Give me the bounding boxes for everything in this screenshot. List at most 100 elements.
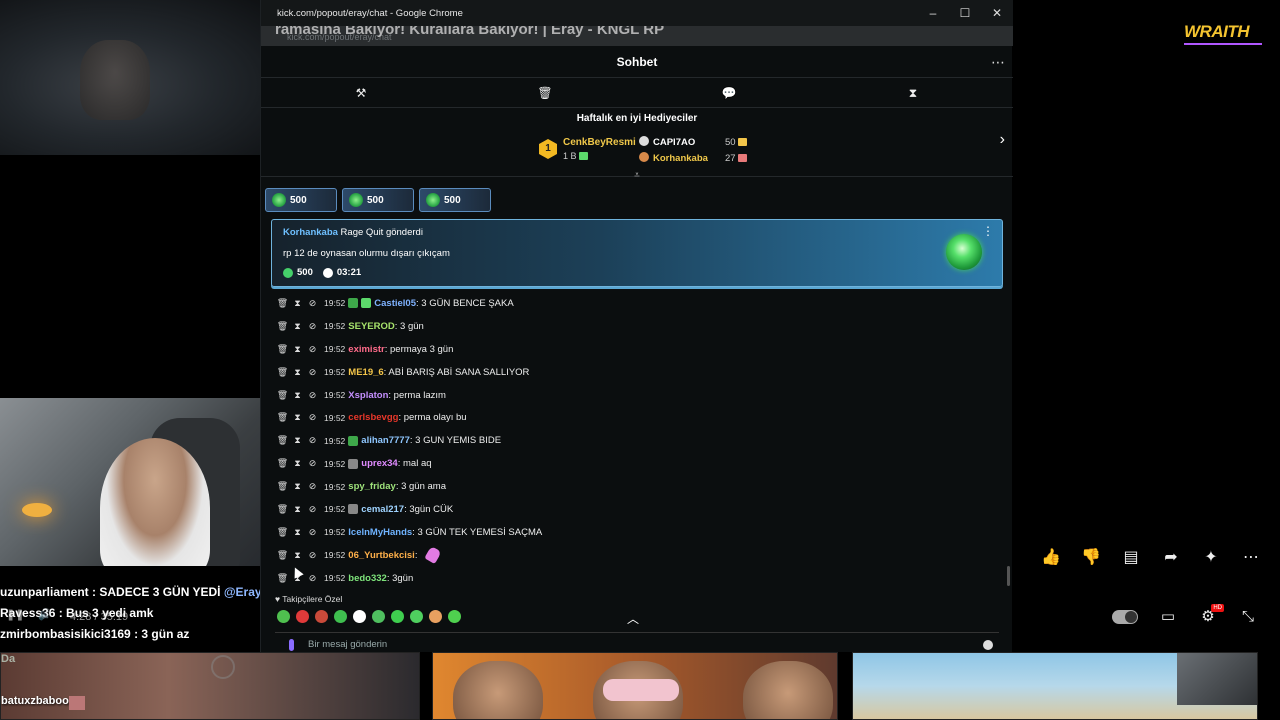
emote-icon[interactable]: [372, 610, 385, 623]
hourglass-icon[interactable]: ⧗: [905, 85, 921, 101]
more-icon[interactable]: ⋯: [1240, 548, 1262, 568]
emote-icon[interactable]: [334, 610, 347, 623]
message-username[interactable]: cerlsbevgg: [348, 412, 398, 423]
ban-icon[interactable]: ⊘: [305, 504, 320, 515]
delete-icon[interactable]: 🗑: [275, 412, 290, 423]
delete-icon[interactable]: 🗑: [275, 435, 290, 446]
emote-icon[interactable]: [410, 610, 423, 623]
delete-icon[interactable]: 🗑: [275, 458, 290, 469]
message-username[interactable]: ME19_6: [348, 367, 383, 378]
chevron-up-icon[interactable]: ︿: [627, 610, 639, 627]
like-icon[interactable]: 👍: [1040, 548, 1062, 568]
chat-message[interactable]: 🗑 ⧗ ⊘ 19:52 bedo332: 3gün: [275, 567, 995, 590]
kick-chip[interactable]: 500: [342, 188, 414, 212]
chat-message[interactable]: 🗑 ⧗ ⊘ 19:52 IcelnMyHands: 3 GÜN TEK YEMESİ S…: [275, 521, 995, 544]
emote-icon[interactable]: [277, 610, 290, 623]
maximize-button[interactable]: ☐: [949, 0, 981, 26]
delete-icon[interactable]: 🗑: [275, 481, 290, 492]
minimize-player-icon[interactable]: ⤡: [1238, 608, 1258, 626]
message-username[interactable]: Xsplaton: [348, 390, 388, 401]
message-input[interactable]: Bir mesaj gönderin: [275, 632, 999, 652]
autoplay-toggle[interactable]: [1112, 610, 1138, 624]
chat-message[interactable]: 🗑 ⧗ ⊘ 19:52 spy_friday: 3 gün ama: [275, 475, 995, 498]
captions-icon[interactable]: ▭: [1158, 608, 1178, 626]
delete-icon[interactable]: 🗑: [275, 573, 290, 584]
message-username[interactable]: Castiel05: [374, 298, 416, 309]
message-username[interactable]: 06_Yurtbekcisi: [348, 550, 415, 561]
top-gifter-2[interactable]: CAPI7AO 50: [639, 136, 747, 148]
scrollbar[interactable]: [1007, 566, 1010, 586]
pinned-gift-message[interactable]: Korhankaba Rage Quit gönderdi rp 12 de o…: [271, 219, 1003, 287]
recommended-video-3[interactable]: [852, 652, 1258, 720]
delete-icon[interactable]: 🗑: [275, 321, 290, 332]
chat-message[interactable]: 🗑 ⧗ ⊘ 19:52 alihan7777: 3 GUN YEMIS BIDE: [275, 429, 995, 452]
timeout-icon[interactable]: ⧗: [290, 390, 305, 401]
pinned-menu-icon[interactable]: ⋮: [982, 224, 994, 238]
trash-icon[interactable]: 🗑: [537, 85, 553, 101]
chat-message[interactable]: 🗑 ⧗ ⊘ 19:52 ME19_6: ABİ BARIŞ ABİ SANA SALLI…: [275, 361, 995, 384]
collapse-icon[interactable]: ⩡: [630, 170, 644, 181]
chat-message[interactable]: 🗑 ⧗ ⊘ 19:52 Castiel05: 3 GÜN BENCE ŞAKA: [275, 292, 995, 315]
emote-icon[interactable]: [315, 610, 328, 623]
ban-icon[interactable]: ⊘: [305, 458, 320, 469]
message-username[interactable]: bedo332: [348, 573, 387, 584]
timeout-icon[interactable]: ⧗: [290, 527, 305, 538]
emoji-icon[interactable]: [983, 640, 993, 650]
settings-icon[interactable]: ⚙ HD: [1198, 604, 1224, 626]
dislike-icon[interactable]: 👎: [1080, 548, 1102, 568]
timeout-icon[interactable]: ⧗: [290, 412, 305, 423]
hammer-icon[interactable]: ⚒: [353, 85, 369, 101]
delete-icon[interactable]: 🗑: [275, 550, 290, 561]
timeout-icon[interactable]: ⧗: [290, 435, 305, 446]
ban-icon[interactable]: ⊘: [305, 390, 320, 401]
ban-icon[interactable]: ⊘: [305, 298, 320, 309]
timeout-icon[interactable]: ⧗: [290, 481, 305, 492]
emote-icon[interactable]: [391, 610, 404, 623]
emote-icon[interactable]: [429, 610, 442, 623]
ban-icon[interactable]: ⊘: [305, 573, 320, 584]
chat-message[interactable]: 🗑 ⧗ ⊘ 19:52 eximistr: permaya 3 gün: [275, 338, 995, 361]
ban-icon[interactable]: ⊘: [305, 367, 320, 378]
kick-chip[interactable]: 500: [419, 188, 491, 212]
delete-icon[interactable]: 🗑: [275, 390, 290, 401]
chat-message[interactable]: 🗑 ⧗ ⊘ 19:52 Xsplaton: perma lazım: [275, 384, 995, 407]
mic-icon[interactable]: [289, 639, 294, 651]
timeout-icon[interactable]: ⧗: [290, 504, 305, 515]
timeout-icon[interactable]: ⧗: [290, 458, 305, 469]
comment-icon[interactable]: ▤: [1120, 548, 1142, 568]
delete-icon[interactable]: 🗑: [275, 344, 290, 355]
timeout-icon[interactable]: ⧗: [290, 367, 305, 378]
chat-message[interactable]: 🗑 ⧗ ⊘ 19:52 06_Yurtbekcisi:: [275, 544, 995, 567]
timeout-icon[interactable]: ⧗: [290, 550, 305, 561]
sparkle-icon[interactable]: ✦: [1200, 548, 1222, 568]
message-icon[interactable]: 💬: [721, 85, 737, 101]
chat-message[interactable]: 🗑 ⧗ ⊘ 19:52 cerlsbevgg: perma olayı bu: [275, 406, 995, 429]
chat-message[interactable]: 🗑 ⧗ ⊘ 19:52 SEYEROD: 3 gün: [275, 315, 995, 338]
recommended-video-1[interactable]: Da batuxzbaboo: [0, 652, 420, 720]
message-username[interactable]: eximistr: [348, 344, 384, 355]
delete-icon[interactable]: 🗑: [275, 527, 290, 538]
emote-icon[interactable]: [296, 610, 309, 623]
ban-icon[interactable]: ⊘: [305, 435, 320, 446]
chat-message[interactable]: 🗑 ⧗ ⊘ 19:52 cemal217: 3gün CÜK: [275, 498, 995, 521]
pause-icon[interactable]: ❚❚: [6, 608, 24, 626]
address-bar[interactable]: kick.com/popout/eray/chat ramasına Bakıy…: [261, 26, 1013, 46]
chevron-right-icon[interactable]: ›: [1000, 131, 1005, 149]
ban-icon[interactable]: ⊘: [305, 321, 320, 332]
kick-chip[interactable]: 500: [265, 188, 337, 212]
emote-icon[interactable]: [448, 610, 461, 623]
chat-more-icon[interactable]: ⋯: [991, 54, 1005, 71]
ban-icon[interactable]: ⊘: [305, 344, 320, 355]
message-username[interactable]: uprex34: [361, 458, 397, 469]
delete-icon[interactable]: 🗑: [275, 504, 290, 515]
ban-icon[interactable]: ⊘: [305, 550, 320, 561]
chat-message[interactable]: 🗑 ⧗ ⊘ 19:52 uprex34: mal aq: [275, 452, 995, 475]
minimize-button[interactable]: –: [917, 0, 949, 26]
message-username[interactable]: cemal217: [361, 504, 404, 515]
ban-icon[interactable]: ⊘: [305, 481, 320, 492]
pinned-user[interactable]: Korhankaba: [283, 227, 338, 238]
timeout-icon[interactable]: ⧗: [290, 298, 305, 309]
timeout-icon[interactable]: ⧗: [290, 344, 305, 355]
recommended-video-2[interactable]: [432, 652, 838, 720]
delete-icon[interactable]: 🗑: [275, 298, 290, 309]
